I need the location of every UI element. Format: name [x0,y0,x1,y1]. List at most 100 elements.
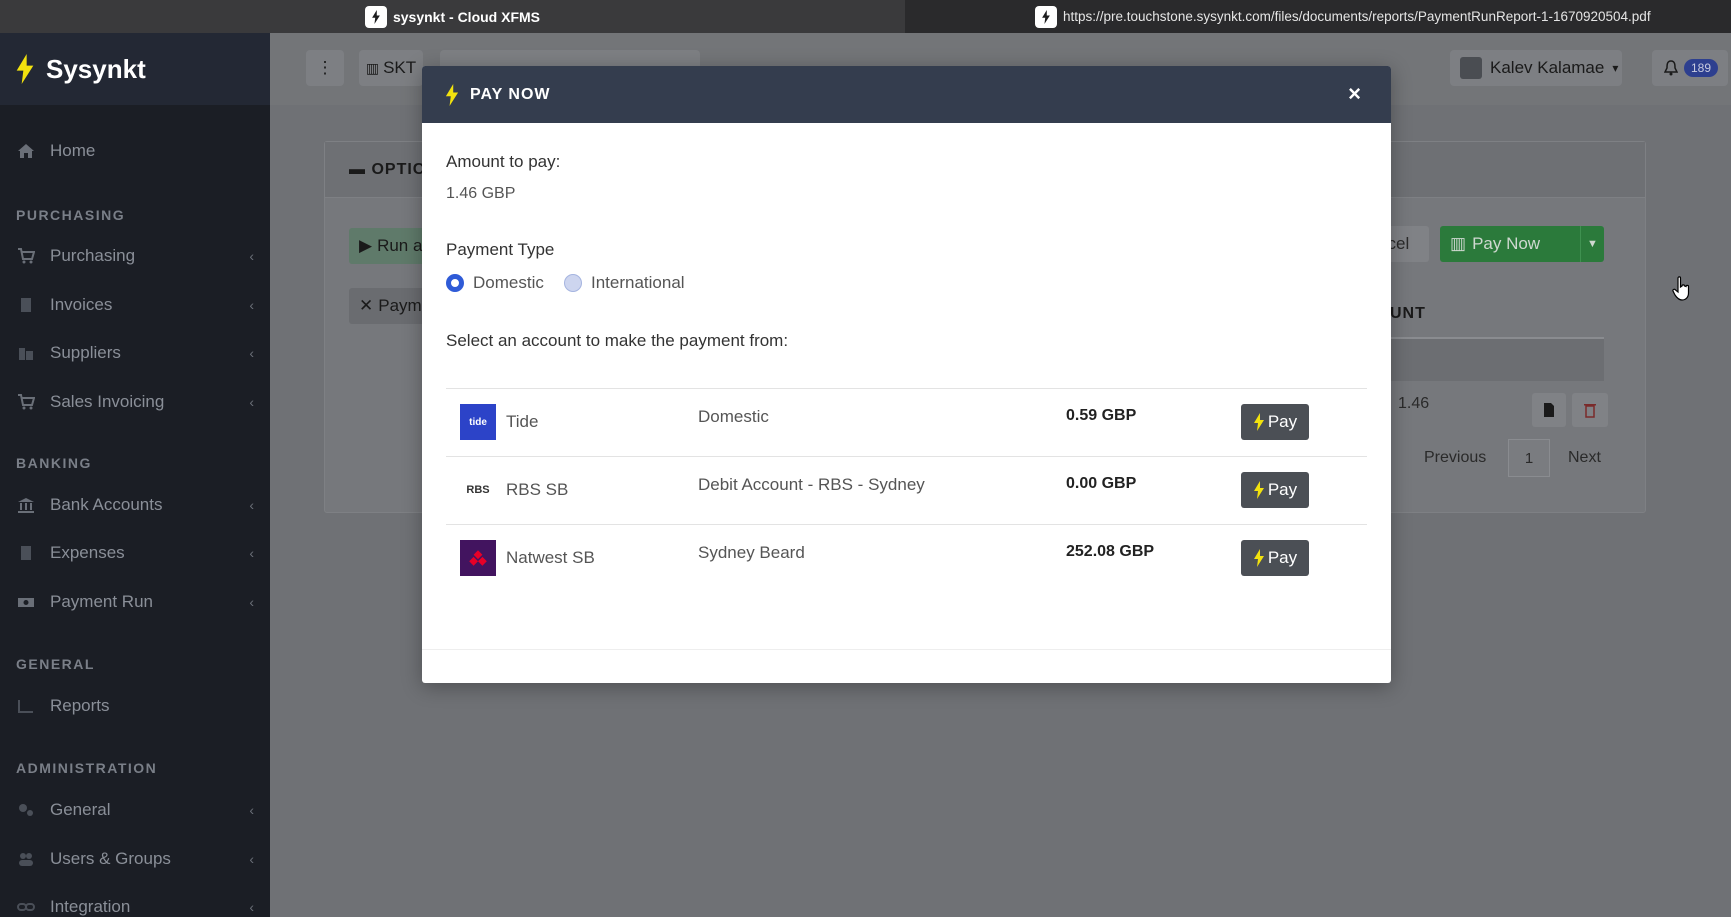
cogs-icon [16,802,36,818]
radio-international[interactable]: International [564,273,685,293]
user-menu-button[interactable]: Kalev Kalamae ▾ [1450,50,1622,86]
pay-now-dropdown-toggle[interactable]: ▼ [1580,226,1604,262]
building-icon: ▥ [365,59,380,76]
radio-label: International [591,273,685,292]
browser-tab-app[interactable]: sysynkt - Cloud XFMS [0,0,905,33]
bank-icon: ▥ [1450,234,1467,253]
amount-value: 1.46 GBP [446,185,516,202]
card-header-text: OPTIC [371,161,426,178]
amount-cell: 1.46 [1398,395,1430,412]
file-icon [1544,403,1554,417]
close-icon[interactable]: × [1348,83,1361,105]
paym-label: Paym [378,296,422,315]
sidebar-item-label: Users & Groups [50,849,171,868]
amount-label: Amount to pay: [446,152,561,171]
vertical-dots-icon: ⋮ [316,58,334,77]
play-icon: ▶ [359,236,373,255]
chevron-left-icon: ‹ [249,297,254,313]
sidebar-section-banking: BANKING [16,455,92,471]
sidebar-item-integration[interactable]: Integration ‹ [16,897,254,917]
browser-tab-strip: sysynkt - Cloud XFMS https://pre.touchst… [0,0,1731,33]
tools-icon: ✕ [359,296,374,315]
radio-domestic[interactable]: Domestic [446,273,544,293]
run-label: Run a [377,236,423,255]
sidebar-item-label: Invoices [50,295,113,314]
sidebar-item-label: Payment Run [50,592,153,611]
pay-now-modal: PAY NOW × Amount to pay: 1.46 GBP Paymen… [422,66,1391,683]
pay-now-button[interactable]: ▥ Pay Now [1440,226,1580,262]
natwest-logo [460,540,496,576]
account-name: Tide [506,412,539,431]
account-row-rbs: RBS RBS SB Debit Account - RBS - Sydney … [446,456,1367,524]
pay-label: Pay [1267,412,1298,431]
delete-button[interactable] [1572,393,1608,427]
sidebar-item-general[interactable]: General ‹ [16,800,254,820]
brand-logo[interactable]: Sysynkt [0,33,270,105]
chevron-left-icon: ‹ [249,497,254,513]
account-list: tide Tide Domestic 0.59 GBP Pay RBS RBS … [446,388,1367,592]
sidebar-item-purchasing[interactable]: Purchasing ‹ [16,246,254,266]
bank-icon [16,497,36,513]
pay-button-rbs[interactable]: Pay [1241,472,1309,508]
chevron-left-icon: ‹ [249,394,254,410]
account-name: RBS SB [506,480,569,499]
sidebar-item-suppliers[interactable]: Suppliers ‹ [16,343,254,363]
account-balance: 0.00 GBP [1066,475,1137,492]
trash-icon [1584,404,1596,418]
invoice-icon [16,297,36,313]
org-label: SKT [383,58,417,77]
sidebar-item-label: Suppliers [50,343,121,362]
bolt-icon [445,83,459,106]
sidebar-item-reports[interactable]: Reports [16,696,254,716]
sidebar-item-expenses[interactable]: Expenses ‹ [16,543,254,563]
sidebar-item-users-groups[interactable]: Users & Groups ‹ [16,849,254,869]
radio-selected-icon [446,274,464,292]
radio-label: Domestic [473,273,544,292]
chevron-left-icon: ‹ [249,248,254,264]
chevron-left-icon: ‹ [249,851,254,867]
pay-button-natwest[interactable]: Pay [1241,540,1309,576]
pay-label: Pay [1267,548,1298,567]
payment-type-label: Payment Type [446,240,555,259]
more-menu-button[interactable]: ⋮ [306,50,344,86]
hand-cursor-icon [1672,276,1690,301]
account-row-tide: tide Tide Domestic 0.59 GBP Pay [446,388,1367,456]
modal-title: PAY NOW [470,85,551,103]
tab-url: https://pre.touchstone.sysynkt.com/files… [1063,9,1651,24]
account-type: Domestic [698,407,769,426]
org-selector-button[interactable]: ▥ SKT [359,50,423,86]
sidebar-section-administration: ADMINISTRATION [16,760,158,776]
sidebar-item-payment-run[interactable]: Payment Run ‹ [16,592,254,612]
account-balance: 252.08 GBP [1066,543,1155,560]
sidebar-item-home[interactable]: Home [16,141,254,161]
pay-button-tide[interactable]: Pay [1241,404,1309,440]
sidebar-item-label: Expenses [50,543,125,562]
modal-footer-divider [422,649,1391,650]
column-header-amount: UNT [1390,305,1426,322]
account-type: Debit Account - RBS - Sydney [698,475,925,494]
sidebar-item-label: General [50,800,111,819]
sidebar-item-bank-accounts[interactable]: Bank Accounts ‹ [16,495,254,515]
browser-tab-pdf[interactable]: https://pre.touchstone.sysynkt.com/files… [905,0,1731,33]
account-row-natwest: Natwest SB Sydney Beard 252.08 GBP Pay [446,524,1367,592]
notifications-button[interactable]: 189 [1652,50,1728,86]
cart-icon [16,394,36,410]
pagination-next[interactable]: Next [1568,449,1601,467]
chevron-down-icon: ▾ [1612,61,1619,75]
bolt-icon [364,5,387,28]
pay-now-label: Pay Now [1472,234,1541,253]
sidebar: Sysynkt Home PURCHASING Purchasing ‹ Inv… [0,33,270,917]
rbs-logo: RBS [466,484,490,496]
radio-unselected-icon [564,274,582,292]
sidebar-section-purchasing: PURCHASING [16,207,126,223]
pagination-page-1[interactable]: 1 [1508,439,1550,477]
select-account-label: Select an account to make the payment fr… [446,331,789,350]
bolt-icon [1253,549,1264,567]
home-icon [16,143,36,159]
sidebar-item-sales-invoicing[interactable]: Sales Invoicing ‹ [16,392,254,412]
users-icon [16,851,36,867]
expense-icon [16,545,36,561]
document-button[interactable] [1532,393,1566,427]
sidebar-item-invoices[interactable]: Invoices ‹ [16,295,254,315]
pagination-previous[interactable]: Previous [1424,449,1486,467]
